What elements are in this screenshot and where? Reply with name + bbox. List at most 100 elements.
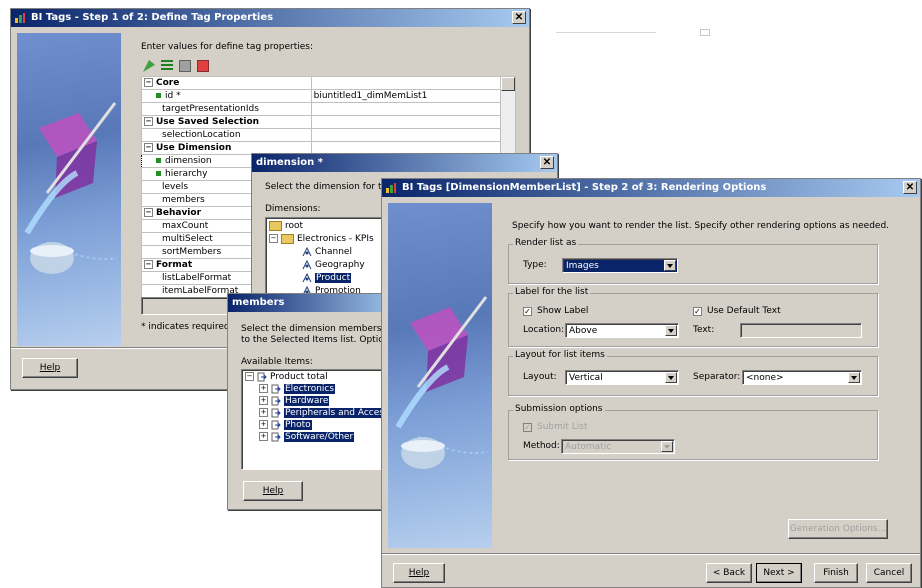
required-bullet-icon [156,93,161,98]
collapse-icon[interactable]: − [144,260,153,269]
table-row[interactable]: id * biuntitled1_dimMemList1 [141,89,516,103]
chevron-down-icon[interactable] [665,372,677,383]
tree-node-root[interactable]: root [269,220,303,232]
member-icon [271,408,281,417]
close-button[interactable]: ✕ [512,11,526,24]
dialog-titlebar: BI Tags - Step 1 of 2: Define Tag Proper… [11,9,529,27]
category-saved-selection: Use Saved Selection [156,117,260,127]
collapse-icon[interactable]: − [245,372,254,381]
prop-dimension: dimension [165,156,212,166]
dialog-titlebar: members [228,294,403,312]
table-icon[interactable] [197,60,209,72]
close-icon: ✕ [542,157,552,168]
dialog-titlebar: dimension * [252,154,557,172]
table-row[interactable]: targetPresentationIds [141,102,516,116]
copy-icon[interactable] [179,60,191,72]
bi-tags-icon [386,183,396,193]
text-input[interactable] [740,323,862,338]
wand-icon[interactable] [143,60,155,72]
tree-node-electronics-kpis[interactable]: − Electronics - KPIs [269,233,374,245]
separator-label: Separator: [693,372,741,382]
use-default-text-label: Use Default Text [707,306,781,316]
table-row[interactable]: selectionLocation [141,128,516,142]
group-label: Label for the list [513,287,591,297]
prop-value[interactable] [310,128,502,142]
cancel-button[interactable]: Cancel [866,563,912,583]
tree-node-product-total[interactable]: − Product total [245,371,328,383]
category-use-dimension: Use Dimension [156,143,232,153]
dialog-title: dimension * [256,157,323,168]
tree-node-hardware[interactable]: + Hardware [259,395,330,407]
expand-icon[interactable]: + [259,408,268,417]
prop-value[interactable] [310,102,502,116]
expand-icon[interactable]: + [259,420,268,429]
collapse-icon[interactable]: − [144,143,153,152]
type-dropdown[interactable]: Images [562,258,678,273]
table-row[interactable]: − Use Saved Selection [141,115,516,129]
chevron-down-icon[interactable] [661,441,673,452]
show-label-checkbox[interactable]: ✓ [523,307,532,316]
layout-dropdown[interactable]: Vertical [565,370,679,385]
category-behavior: Behavior [156,208,202,218]
close-icon: ✕ [514,12,524,23]
prop-hierarchy: hierarchy [165,169,208,179]
member-icon [271,384,281,393]
close-button[interactable]: ✕ [903,181,917,194]
close-button[interactable]: ✕ [540,156,554,169]
help-button[interactable]: Help [393,563,445,583]
help-button[interactable]: Help [243,481,303,501]
table-row[interactable]: − Core [141,76,516,298]
tree-node-photo[interactable]: + Photo [259,419,312,431]
chevron-down-icon[interactable] [664,260,676,271]
chevron-down-icon[interactable] [665,325,677,336]
next-button[interactable]: Next > [756,563,802,583]
required-bullet-icon [156,158,161,163]
dimension-icon [302,259,312,269]
finish-button[interactable]: Finish [814,563,858,583]
dimension-icon [302,246,312,256]
collapse-icon[interactable]: − [144,78,153,87]
help-button[interactable]: Help [22,358,78,378]
collapse-icon[interactable]: − [269,234,278,243]
help-label: Help [39,363,61,373]
tree-node-electronics[interactable]: + Electronics [259,383,336,395]
scroll-up-arrow[interactable] [501,77,515,91]
layout-label: Layout: [523,372,557,382]
type-label: Type: [523,260,547,270]
expand-icon[interactable]: + [259,432,268,441]
generation-options-button[interactable]: Generation Options... [788,519,888,539]
back-button[interactable]: < Back [706,563,752,583]
submit-list-checkbox[interactable]: ✓ [523,423,532,432]
collapse-icon[interactable]: − [144,208,153,217]
tree-node-peripherals[interactable]: + Peripherals and Accessor [259,407,399,419]
location-label: Location: [523,325,565,335]
sort-icon[interactable] [161,60,173,72]
required-note: * indicates required [141,322,230,332]
chevron-down-icon[interactable] [848,372,860,383]
member-icon [271,420,281,429]
tree-node-geography[interactable]: Geography [302,259,365,271]
tree-node-software-other[interactable]: + Software/Other [259,431,355,443]
expand-icon[interactable]: + [259,396,268,405]
dialog-titlebar: BI Tags [DimensionMemberList] - Step 2 o… [382,179,920,197]
dialog-title: members [232,297,285,308]
separator-dropdown[interactable]: <none> [742,370,862,385]
prop-target-presentation-ids: targetPresentationIds [141,102,312,116]
location-dropdown[interactable]: Above [565,323,679,338]
members-dialog: members Select the dimension members tha… [227,293,404,510]
tree-node-channel[interactable]: Channel [302,246,352,258]
tree-node-product[interactable]: Product [302,272,352,284]
instruction-text: Enter values for define tag properties: [141,42,313,52]
available-items-label: Available Items: [241,357,313,367]
expand-icon[interactable]: + [259,384,268,393]
collapse-icon[interactable]: − [144,117,153,126]
available-items-tree[interactable]: − Product total + Electronics + Hardware + P… [241,369,403,470]
layout-group: Layout for list items Layout: Vertical S… [508,350,878,396]
use-default-text-checkbox[interactable]: ✓ [693,307,702,316]
prop-id-value[interactable]: biuntitled1_dimMemList1 [310,89,502,103]
submit-list-label: Submit List [537,422,588,432]
footer-divider [382,553,920,555]
member-icon [271,432,281,441]
method-dropdown[interactable]: Automatic [561,439,675,454]
wizard-artwork [17,33,121,346]
